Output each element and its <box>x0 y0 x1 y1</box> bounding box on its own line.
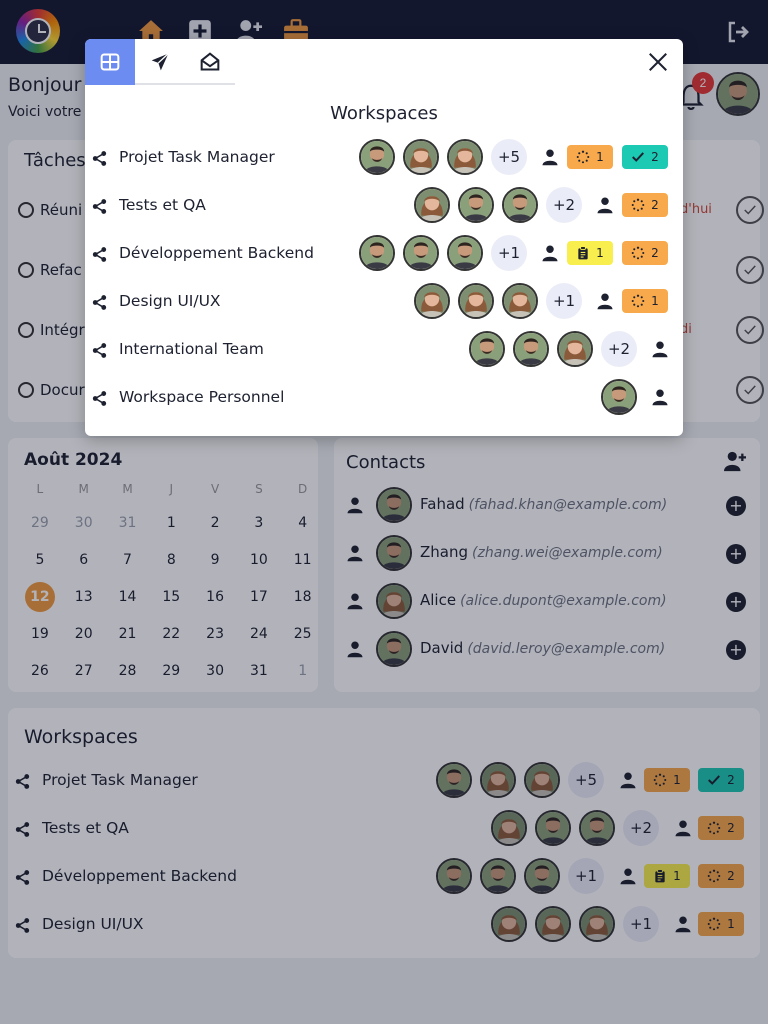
workspace-name: Workspace Personnel <box>119 388 285 406</box>
close-icon[interactable] <box>647 51 669 73</box>
tab-grid[interactable] <box>85 39 135 85</box>
todo-badge: 1 <box>567 241 613 265</box>
workspace-name: Tests et QA <box>119 196 206 214</box>
more-members-count[interactable]: +5 <box>491 139 527 175</box>
more-members-count[interactable]: +2 <box>546 187 582 223</box>
member-avatar <box>403 139 439 175</box>
member-avatar <box>359 235 395 271</box>
pending-count: 2 <box>651 246 659 260</box>
pending-badge: 2 <box>622 193 668 217</box>
member-avatar <box>403 235 439 271</box>
pending-icon <box>631 198 645 212</box>
grid-icon <box>100 53 120 71</box>
workspace-row[interactable]: Tests et QA +2 2 <box>91 187 675 225</box>
person-icon <box>596 196 614 214</box>
todo-count: 1 <box>596 246 604 260</box>
member-avatar <box>447 235 483 271</box>
share-icon <box>91 150 108 167</box>
member-avatar <box>513 331 549 367</box>
workspace-name: Développement Backend <box>119 244 314 262</box>
workspace-row[interactable]: Design UI/UX +1 1 <box>91 283 675 321</box>
share-icon <box>91 390 108 407</box>
person-icon <box>651 340 669 358</box>
more-members-count[interactable]: +2 <box>601 331 637 367</box>
pending-count: 2 <box>651 198 659 212</box>
send-icon <box>151 53 169 71</box>
share-icon <box>91 342 108 359</box>
share-icon <box>91 246 108 263</box>
member-avatar <box>414 187 450 223</box>
member-avatar <box>469 331 505 367</box>
workspace-row[interactable]: Workspace Personnel <box>91 379 675 417</box>
modal-tabs <box>85 39 235 85</box>
tab-sent[interactable] <box>135 39 185 85</box>
pending-badge: 2 <box>622 241 668 265</box>
more-members-count[interactable]: +1 <box>546 283 582 319</box>
member-avatar <box>414 283 450 319</box>
person-icon <box>596 292 614 310</box>
workspace-name: Projet Task Manager <box>119 148 275 166</box>
pending-badge: 1 <box>567 145 613 169</box>
person-icon <box>541 244 559 262</box>
pending-count: 1 <box>596 150 604 164</box>
pending-icon <box>631 294 645 308</box>
member-avatar <box>502 283 538 319</box>
workspace-name: International Team <box>119 340 264 358</box>
inbox-icon <box>200 52 220 71</box>
tab-inbox[interactable] <box>185 39 235 85</box>
more-members-count[interactable]: +1 <box>491 235 527 271</box>
member-avatar <box>557 331 593 367</box>
member-avatar <box>458 283 494 319</box>
clipboard-icon <box>576 246 590 260</box>
member-avatar <box>458 187 494 223</box>
done-count: 2 <box>651 150 659 164</box>
share-icon <box>91 198 108 215</box>
pending-icon <box>631 246 645 260</box>
done-badge: 2 <box>622 145 668 169</box>
member-avatar <box>359 139 395 175</box>
share-icon <box>91 294 108 311</box>
pending-badge: 1 <box>622 289 668 313</box>
workspace-row[interactable]: International Team +2 <box>91 331 675 369</box>
pending-count: 1 <box>651 294 659 308</box>
member-avatar <box>601 379 637 415</box>
pending-icon <box>576 150 590 164</box>
workspaces-modal: Workspaces Projet Task Manager +5 1 2 Te… <box>85 39 683 436</box>
workspace-name: Design UI/UX <box>119 292 221 310</box>
member-avatar <box>502 187 538 223</box>
member-avatar <box>447 139 483 175</box>
modal-title: Workspaces <box>330 103 438 124</box>
person-icon <box>651 388 669 406</box>
person-icon <box>541 148 559 166</box>
workspace-row[interactable]: Projet Task Manager +5 1 2 <box>91 139 675 177</box>
workspace-row[interactable]: Développement Backend +1 1 2 <box>91 235 675 273</box>
check-icon <box>631 150 645 164</box>
